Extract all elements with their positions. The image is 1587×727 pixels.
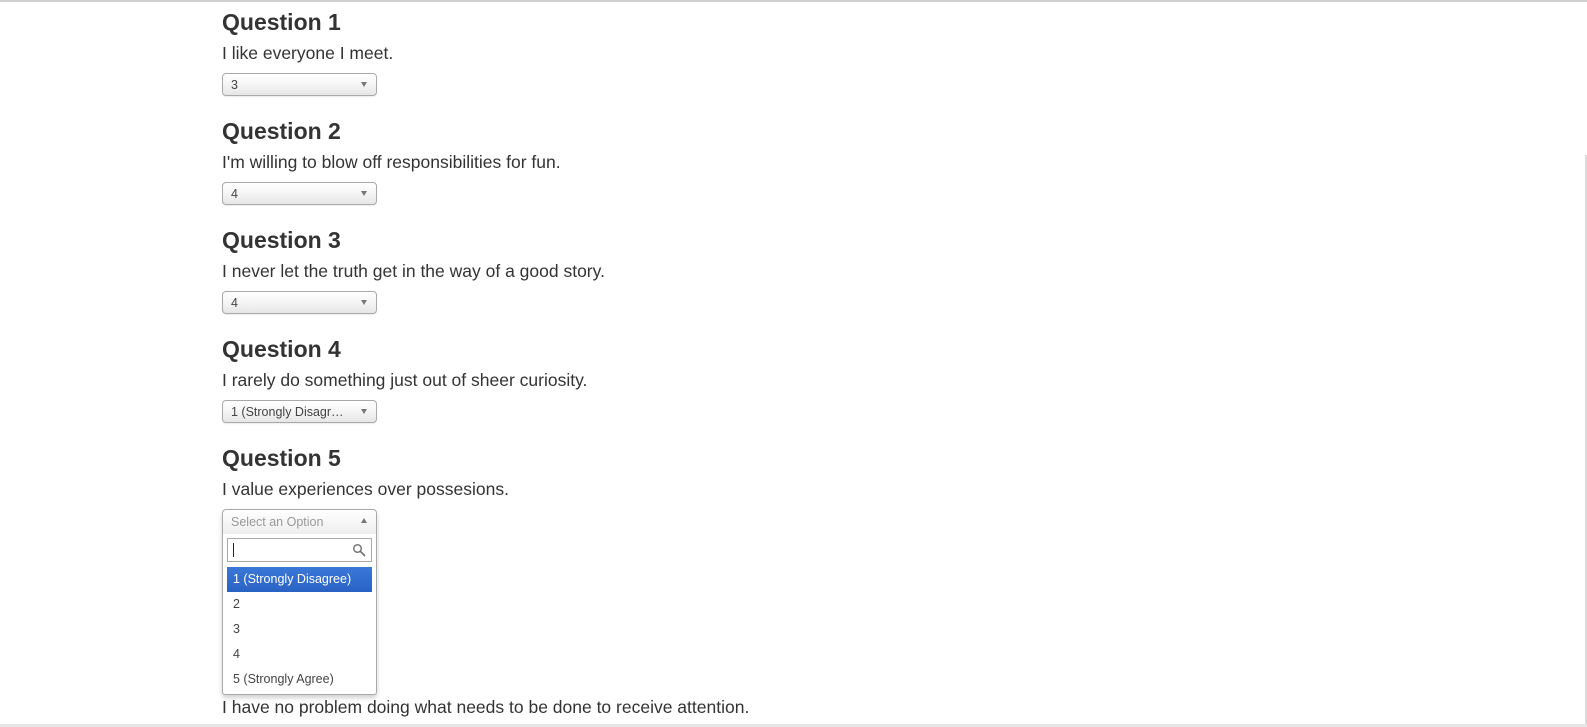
answer-select-open[interactable]: Select an Option 1 (Strongly Disagree) 2… [222,509,377,695]
option-strongly-agree[interactable]: 5 (Strongly Agree) [227,667,372,692]
answer-select[interactable]: 3 [222,73,377,96]
chevron-down-icon [361,409,367,414]
option-4[interactable]: 4 [227,642,372,667]
question-title: Question 1 [222,9,341,35]
answer-select[interactable]: 4 [222,182,377,205]
chevron-down-icon [361,82,367,87]
dropdown-search[interactable] [227,538,372,562]
search-icon [352,543,366,557]
top-border [0,0,1587,2]
question-6-text: I have no problem doing what needs to be… [222,697,750,717]
question-text: I like everyone I meet. [222,43,394,63]
chevron-down-icon [361,191,367,196]
text-cursor [233,543,234,557]
options-list: 1 (Strongly Disagree) 2 3 4 5 (Strongly … [227,567,372,692]
chevron-up-icon [361,518,367,523]
select-value: 4 [231,187,238,201]
option-strongly-disagree[interactable]: 1 (Strongly Disagree) [227,567,372,592]
question-4: Question 4 I rarely do something just ou… [222,336,1122,423]
chevron-down-icon [361,300,367,305]
question-text: I'm willing to blow off responsibilities… [222,152,561,172]
question-5: Question 5 I value experiences over poss… [222,445,1122,695]
question-text: I rarely do something just out of sheer … [222,370,588,390]
answer-select[interactable]: 4 [222,291,377,314]
search-input[interactable] [228,539,348,561]
question-title: Question 2 [222,118,341,144]
select-value: 4 [231,296,238,310]
question-title: Question 3 [222,227,341,253]
select-placeholder: Select an Option [231,515,324,529]
answer-select[interactable]: 1 (Strongly Disagree) [222,400,377,423]
question-2: Question 2 I'm willing to blow off respo… [222,118,1122,205]
question-title: Question 5 [222,445,341,471]
select-toggle[interactable]: Select an Option [223,510,376,534]
option-3[interactable]: 3 [227,617,372,642]
question-text: I value experiences over possesions. [222,479,509,499]
option-2[interactable]: 2 [227,592,372,617]
select-value: 3 [231,78,238,92]
question-title: Question 4 [222,336,341,362]
select-value: 1 (Strongly Disagree) [231,405,349,419]
question-1: Question 1 I like everyone I meet. 3 [222,9,1122,96]
question-text: I never let the truth get in the way of … [222,261,605,281]
question-3: Question 3 I never let the truth get in … [222,227,1122,314]
